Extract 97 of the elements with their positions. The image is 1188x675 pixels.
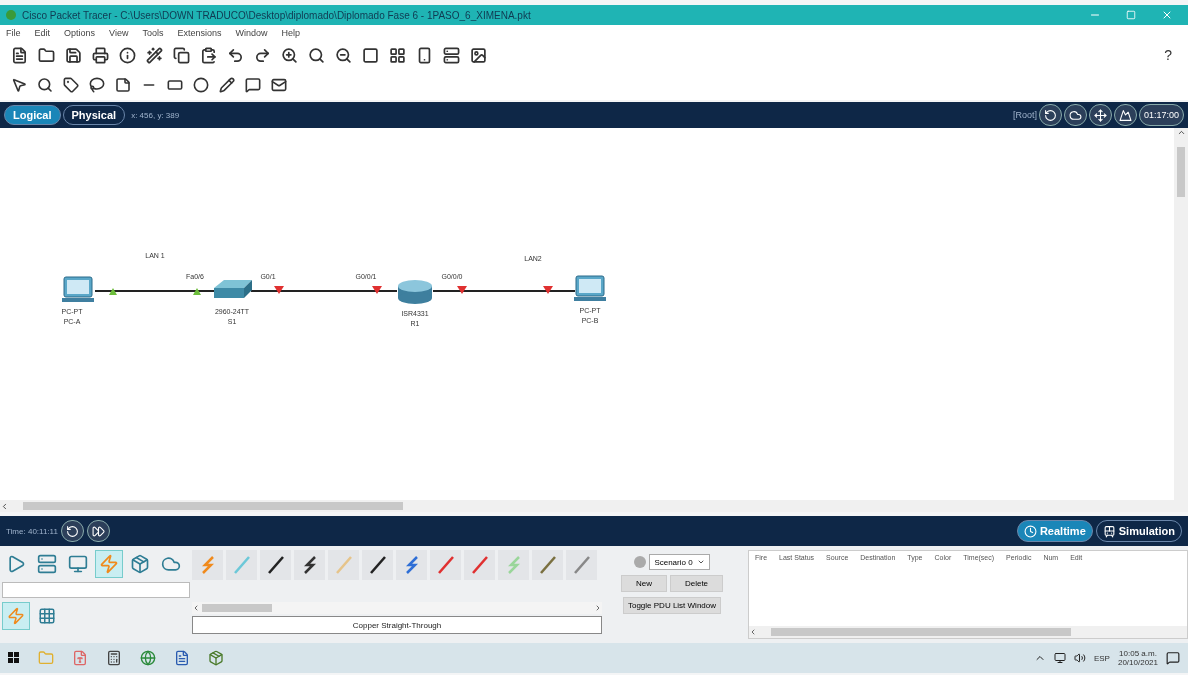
subcategory-icon: [7, 607, 25, 625]
fast-forward-button[interactable]: [86, 520, 110, 542]
toggle-pdu-button[interactable]: Toggle PDU List Window: [622, 597, 721, 614]
cable-type-button[interactable]: [362, 550, 393, 580]
root-label: [Root]: [1012, 110, 1037, 120]
help-button[interactable]: ?: [1158, 46, 1178, 64]
device-category-icon: [68, 554, 88, 574]
reset-icon: [65, 524, 79, 538]
connection-caption: Copper Straight-Through: [192, 616, 602, 634]
monitor-icon[interactable]: [1053, 652, 1066, 664]
horizontal-scrollbar[interactable]: [749, 626, 1187, 638]
image-icon[interactable]: [469, 45, 488, 65]
new-file-icon[interactable]: [10, 45, 29, 65]
cable-line[interactable]: [432, 290, 576, 292]
paste-icon[interactable]: [199, 45, 218, 65]
select-icon[interactable]: [10, 76, 28, 94]
cable-type-button[interactable]: [260, 550, 291, 580]
lasso-icon[interactable]: [88, 76, 106, 94]
search-icon[interactable]: [36, 76, 54, 94]
calculator-icon[interactable]: [106, 650, 122, 666]
switch-icon[interactable]: [214, 280, 252, 298]
save-icon[interactable]: [64, 45, 83, 65]
scroll-left-icon[interactable]: [749, 628, 757, 636]
reset-button[interactable]: [60, 520, 84, 542]
vertical-scrollbar[interactable]: [1174, 128, 1188, 500]
clock-time: 10:05 a.m.: [1119, 649, 1157, 658]
menu-item[interactable]: Extensions: [177, 27, 222, 38]
menu-item[interactable]: Window: [235, 27, 268, 38]
cable-line[interactable]: [250, 290, 398, 292]
clock-icon: [1023, 524, 1037, 538]
device-category-icon: [37, 554, 57, 574]
pencil-icon[interactable]: [218, 76, 236, 94]
cable-line[interactable]: [94, 290, 215, 292]
scroll-right-icon[interactable]: [594, 604, 602, 612]
browser-icon[interactable]: [140, 650, 156, 666]
workspace-tab[interactable]: Logical: [4, 105, 61, 125]
ellipse-icon[interactable]: [192, 76, 210, 94]
viewport-button[interactable]: 01:17:00: [1138, 104, 1184, 126]
windows-start-icon[interactable]: [8, 652, 20, 664]
menu-item[interactable]: File: [6, 27, 21, 38]
clock-date: 20/10/2021: [1117, 658, 1158, 667]
menu-item[interactable]: Edit: [34, 27, 51, 38]
folder-icon[interactable]: [37, 45, 56, 65]
envelope-icon[interactable]: [270, 76, 288, 94]
mode-tab[interactable]: Realtime: [1016, 520, 1093, 542]
cloud-button[interactable]: [1063, 104, 1087, 126]
language-indicator[interactable]: ESP: [1093, 653, 1110, 663]
train-icon: [1102, 524, 1116, 538]
scenario-dropdown[interactable]: Scenario 0: [649, 554, 710, 570]
device-category-icon: [6, 554, 26, 574]
subcategory-icon: [38, 607, 56, 625]
note-icon[interactable]: [114, 76, 132, 94]
menu-item[interactable]: Help: [281, 27, 300, 38]
new-button[interactable]: New: [620, 575, 667, 592]
horizontal-scrollbar[interactable]: [0, 500, 1188, 512]
device-category-icon: [99, 554, 119, 574]
cloud-icon: [1068, 108, 1082, 122]
server-icon[interactable]: [442, 45, 461, 65]
search-icon[interactable]: [307, 45, 326, 65]
router-icon[interactable]: [398, 280, 432, 304]
horizontal-scrollbar[interactable]: [192, 602, 602, 614]
menu-item[interactable]: Options: [64, 27, 96, 38]
menu-item[interactable]: Tools: [142, 27, 164, 38]
zoom-out-icon[interactable]: [334, 45, 353, 65]
scroll-left-icon[interactable]: [192, 604, 200, 612]
mountain-icon: [1118, 108, 1132, 122]
menu-item[interactable]: View: [109, 27, 129, 38]
notification-icon[interactable]: [1166, 651, 1180, 665]
fast-forward-icon: [91, 524, 105, 538]
delete-button[interactable]: Delete: [669, 575, 724, 592]
close-icon[interactable]: [1161, 9, 1173, 21]
back-button[interactable]: [1038, 104, 1062, 126]
move-icon: [1093, 108, 1107, 122]
printer-icon[interactable]: [91, 45, 110, 65]
time-display: Time: 40:11:11: [6, 526, 58, 536]
tag-icon[interactable]: [62, 76, 80, 94]
message-icon[interactable]: [244, 76, 262, 94]
pc-icon[interactable]: [62, 276, 94, 302]
scroll-left-icon[interactable]: [0, 501, 9, 511]
wand-icon[interactable]: [145, 45, 164, 65]
document-icon[interactable]: [72, 650, 88, 666]
scroll-thumb[interactable]: [1177, 147, 1185, 197]
device-category-icon: [161, 554, 181, 574]
search-field[interactable]: [2, 582, 190, 598]
zoom-in-icon[interactable]: [280, 45, 299, 65]
device-category-icon: [130, 554, 150, 574]
cursor-coordinates: x: 456, y: 389: [131, 110, 180, 120]
pc-icon[interactable]: [574, 275, 606, 301]
window-title: Cisco Packet Tracer - C:\Users\DOWN TRADUCO\Desktop\diplomado\Diplomado Fase 6 - 1PASO_6_XIMENA.pkt: [22, 9, 532, 21]
scroll-up-icon[interactable]: [1176, 128, 1186, 137]
back-icon: [1043, 108, 1057, 122]
cable-type-button[interactable]: [294, 550, 325, 580]
dropdown-icon: [696, 558, 705, 566]
copy-icon[interactable]: [172, 45, 191, 65]
rectangle-icon[interactable]: [361, 45, 380, 65]
speaker-icon[interactable]: [1073, 652, 1086, 664]
move-button[interactable]: [1088, 104, 1112, 126]
